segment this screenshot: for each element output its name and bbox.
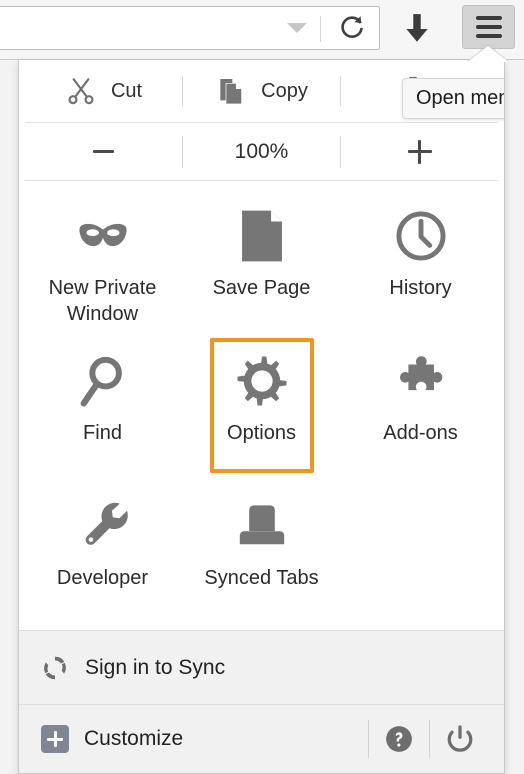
menu-item-label: Synced Tabs — [204, 567, 319, 589]
minus-icon — [93, 150, 114, 153]
menu-item-label: New Private Window — [48, 277, 157, 325]
power-icon — [447, 725, 473, 752]
magnifier-icon — [76, 350, 130, 412]
customize-label: Customize — [84, 727, 184, 750]
menu-item-save-page[interactable]: Save Page — [182, 187, 341, 332]
mask-icon — [74, 205, 132, 267]
power-button[interactable] — [430, 712, 490, 766]
open-menu-button[interactable] — [462, 5, 515, 49]
menu-item-add-ons[interactable]: Add-ons — [341, 332, 500, 477]
copy-label: Copy — [261, 79, 308, 102]
help-button[interactable] — [369, 712, 429, 766]
menu-item-label: Find — [83, 422, 122, 444]
reload-icon — [341, 16, 363, 38]
menu-item-label: Save Page — [212, 277, 311, 299]
document-icon — [235, 205, 289, 267]
reload-button[interactable] — [335, 11, 369, 45]
cut-label: Cut — [110, 79, 143, 102]
address-bar-divider — [320, 16, 321, 42]
menu-item-label: Add-ons — [383, 422, 458, 444]
menu-item-new-private-window[interactable]: New Private Window — [23, 187, 182, 332]
menu-item-find[interactable]: Find — [23, 332, 182, 477]
copy-icon — [220, 79, 242, 104]
hamburger-bar — [475, 25, 502, 29]
gear-icon — [235, 350, 289, 412]
sync-arrows-icon — [41, 654, 69, 682]
zoom-controls-row: 100% — [19, 123, 504, 180]
sync-label: Sign in to Sync — [85, 655, 226, 679]
menu-item-history[interactable]: History — [341, 187, 500, 332]
zoom-out-button[interactable] — [25, 129, 182, 175]
app-menu-panel: Cut Copy Open me 100% New Private Window… — [18, 60, 505, 774]
chevron-down-icon[interactable] — [287, 23, 307, 33]
customize-button[interactable]: Customize — [41, 725, 368, 753]
menu-icon-grid: New Private Window Save Page History Fin… — [19, 181, 504, 622]
menu-item-empty-slot — [341, 477, 500, 622]
open-menu-tooltip: Open menu — [402, 78, 504, 119]
clock-icon — [393, 205, 449, 267]
menu-item-developer[interactable]: Developer — [23, 477, 182, 622]
address-bar[interactable] — [0, 6, 380, 50]
edit-controls-row: Cut Copy Open me — [19, 60, 504, 122]
menu-item-label: Developer — [56, 567, 149, 589]
browser-toolbar — [0, 0, 524, 60]
downloads-button[interactable] — [396, 8, 438, 50]
menu-item-label: History — [389, 277, 452, 299]
sign-in-to-sync-button[interactable]: Sign in to Sync — [19, 630, 504, 705]
panel-pointer-arrow — [467, 46, 509, 62]
download-arrow-icon — [406, 14, 428, 42]
plus-icon — [407, 139, 432, 164]
menu-item-synced-tabs[interactable]: Synced Tabs — [182, 477, 341, 622]
menu-item-options[interactable]: Options — [182, 332, 341, 477]
question-mark-icon — [386, 726, 412, 752]
zoom-in-button[interactable] — [341, 129, 498, 175]
puzzle-piece-icon — [393, 350, 449, 412]
firefox-menu-screen: Cut Copy Open me 100% New Private Window… — [0, 0, 524, 774]
hamburger-bar — [475, 34, 502, 38]
hamburger-menu-icon — [475, 16, 502, 20]
panel-footer: Customize — [19, 705, 504, 773]
plus-square-icon — [41, 725, 69, 753]
copy-button[interactable]: Copy — [183, 65, 340, 117]
wrench-icon — [76, 495, 130, 557]
synced-tabs-icon — [233, 495, 291, 557]
cut-button[interactable]: Cut — [25, 65, 182, 117]
zoom-level-reset-button[interactable]: 100% — [183, 129, 340, 175]
menu-item-label: Options — [227, 422, 296, 444]
scissors-icon — [68, 78, 94, 105]
